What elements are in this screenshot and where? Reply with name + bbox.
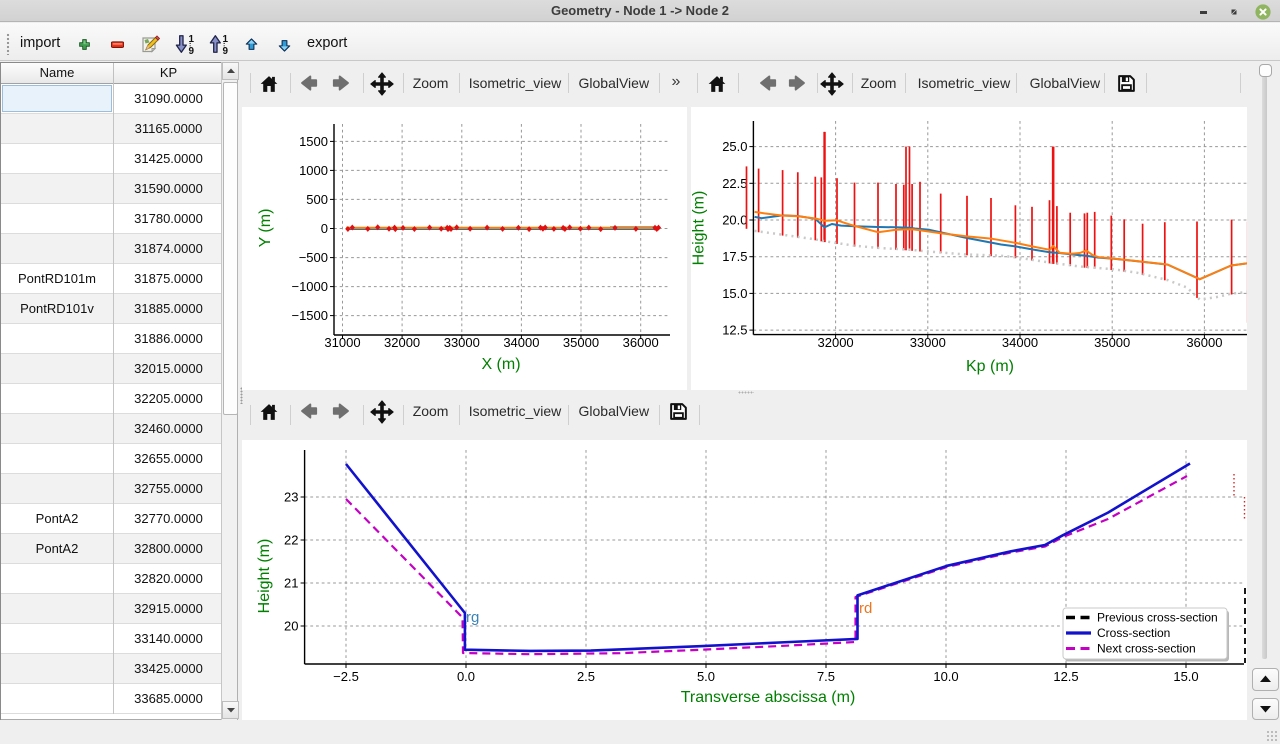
svg-text:X (m): X (m) [481,356,520,373]
svg-text:rd: rd [859,600,872,617]
svg-text:Next cross-section: Next cross-section [1097,642,1196,656]
svg-text:5.0: 5.0 [697,669,715,684]
svg-text:Previous cross-section: Previous cross-section [1097,611,1218,625]
svg-text:33000: 33000 [910,335,946,350]
svg-text:12.5: 12.5 [722,323,747,338]
svg-text:23: 23 [284,490,298,505]
svg-text:0.0: 0.0 [457,669,475,684]
svg-text:20.0: 20.0 [722,213,747,228]
svg-text:0: 0 [321,221,328,236]
svg-text:33000: 33000 [444,335,480,350]
svg-text:21: 21 [284,576,298,591]
svg-text:Transverse abscissa (m): Transverse abscissa (m) [681,689,856,706]
svg-text:36000: 36000 [1186,335,1222,350]
svg-text:−2.5: −2.5 [333,669,359,684]
svg-text:10.0: 10.0 [933,669,958,684]
svg-text:1000: 1000 [299,163,328,178]
svg-text:Kp (m): Kp (m) [966,358,1014,375]
svg-text:Height (m): Height (m) [691,191,708,266]
svg-text:12.5: 12.5 [1053,669,1078,684]
svg-text:−1500: −1500 [291,308,328,323]
svg-text:35000: 35000 [1094,335,1130,350]
svg-text:rg: rg [466,609,479,626]
svg-text:−500: −500 [299,250,328,265]
svg-text:22: 22 [284,533,298,548]
svg-text:32000: 32000 [818,335,854,350]
svg-text:31000: 31000 [324,335,360,350]
svg-text:Cross-section: Cross-section [1097,626,1170,640]
svg-text:25.0: 25.0 [722,139,747,154]
svg-text:20: 20 [284,619,298,634]
svg-text:32000: 32000 [384,335,420,350]
svg-text:34000: 34000 [1002,335,1038,350]
svg-text:7.5: 7.5 [817,669,835,684]
svg-text:15.0: 15.0 [1173,669,1198,684]
svg-text:1: 1 [189,34,195,45]
svg-text:−1000: −1000 [291,279,328,294]
svg-text:17.5: 17.5 [722,249,747,264]
svg-text:1: 1 [223,34,229,45]
svg-text:36000: 36000 [623,335,659,350]
svg-text:2.5: 2.5 [577,669,595,684]
svg-text:500: 500 [306,192,328,207]
svg-text:35000: 35000 [563,335,599,350]
svg-text:22.5: 22.5 [722,176,747,191]
svg-text:Height (m): Height (m) [256,539,273,614]
svg-text:9: 9 [189,46,195,55]
svg-text:15.0: 15.0 [722,286,747,301]
svg-text:Y (m): Y (m) [257,209,274,248]
svg-text:1500: 1500 [299,134,328,149]
svg-text:9: 9 [223,46,229,55]
svg-text:34000: 34000 [503,335,539,350]
